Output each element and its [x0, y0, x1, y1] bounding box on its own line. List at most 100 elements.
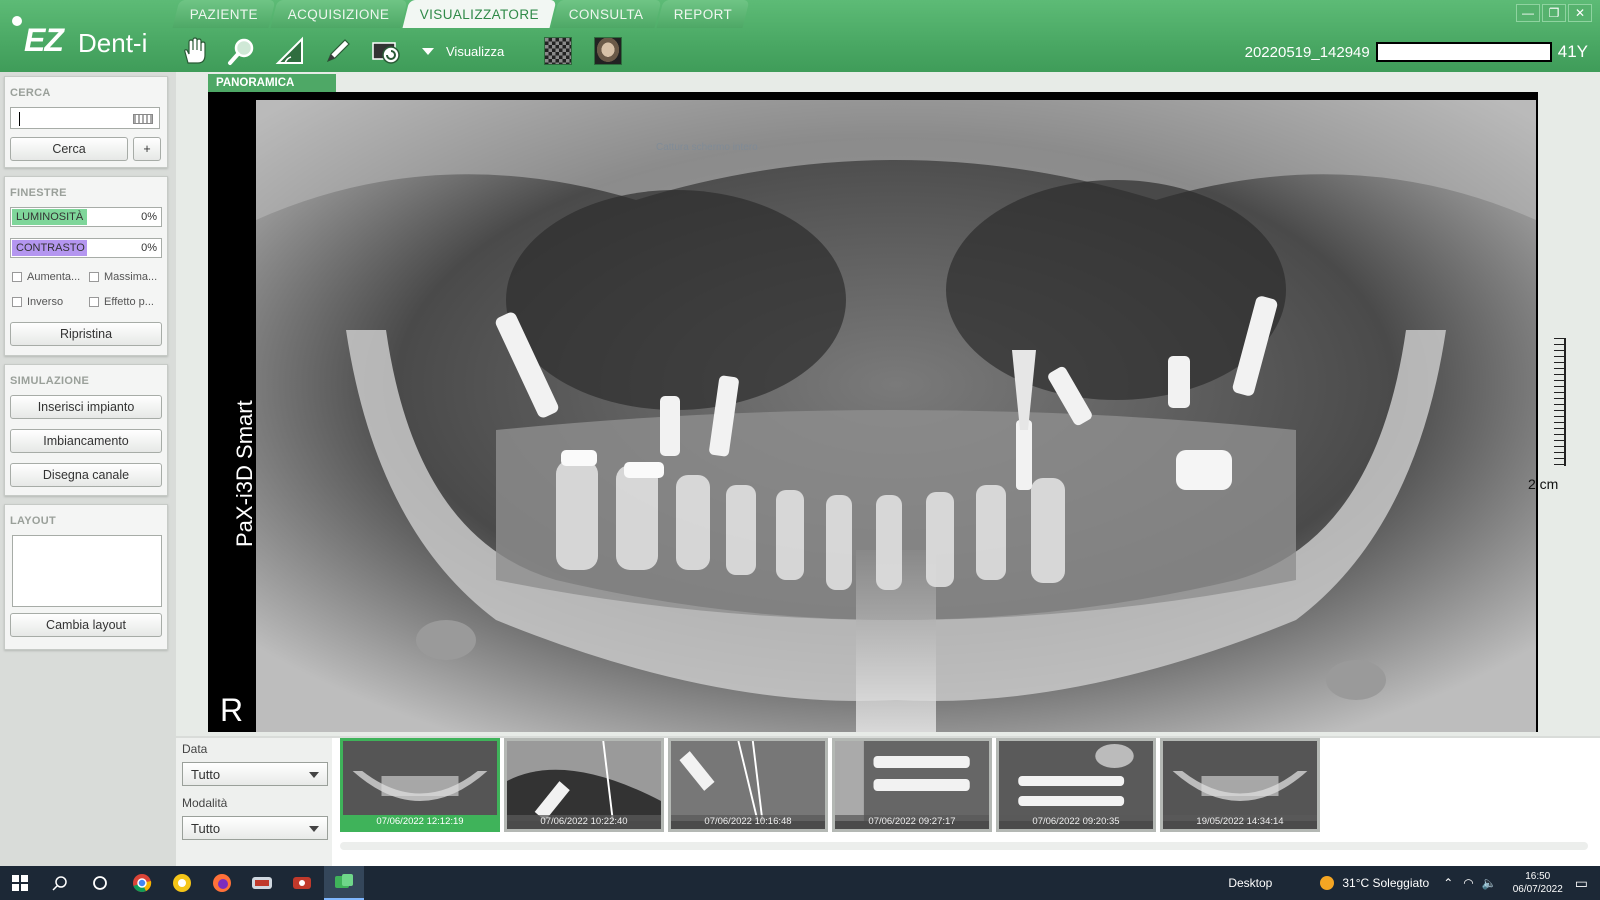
left-panel: CERCA Cerca + FINESTRE LUMINOSITÀ 0% CON…: [0, 72, 172, 866]
recorder-icon[interactable]: [282, 866, 322, 900]
checkbox-box: [89, 272, 99, 282]
add-search-button[interactable]: +: [133, 137, 161, 161]
panoramic-xray[interactable]: PaX-i3D Smart R Cattura schermo intero: [208, 92, 1538, 732]
chevron-down-icon: [309, 826, 319, 832]
date-select[interactable]: Tutto: [182, 762, 328, 786]
side-marker: R: [220, 692, 244, 728]
draw-canal-button[interactable]: Disegna canale: [10, 463, 162, 487]
search-icon[interactable]: [40, 866, 80, 900]
minimize-button[interactable]: —: [1516, 4, 1540, 22]
view-dropdown[interactable]: Visualizza: [422, 44, 504, 59]
brightness-slider[interactable]: LUMINOSITÀ 0%: [10, 207, 162, 227]
windows-taskbar: Desktop 31°C Soleggiato ⌃ ◠ 🔈 16:50 06/0…: [0, 866, 1600, 900]
tab-paziente[interactable]: PAZIENTE: [172, 0, 276, 28]
thumbnail-scrollbar[interactable]: [340, 842, 1588, 850]
checkbox-box: [12, 297, 22, 307]
thumbnail[interactable]: 07/06/2022 10:22:40: [504, 738, 664, 832]
tab-report[interactable]: REPORT: [656, 0, 750, 28]
contrast-slider[interactable]: CONTRASTO 0%: [10, 238, 162, 258]
tab-label: REPORT: [673, 7, 732, 22]
chrome-icon[interactable]: [122, 866, 162, 900]
thumbnail[interactable]: 07/06/2022 12:12:19: [340, 738, 500, 832]
thumbnail[interactable]: 07/06/2022 09:20:35: [996, 738, 1156, 832]
weather-text[interactable]: 31°C Soleggiato: [1342, 876, 1429, 890]
effect-checkbox[interactable]: Effetto p...: [89, 296, 154, 308]
app-window: EZ Dent-i PAZIENTE ACQUISIZIONE VISUALIZ…: [0, 0, 1600, 900]
layout-title: LAYOUT: [10, 515, 57, 527]
notification-icon[interactable]: ▭: [1575, 875, 1588, 892]
study-id: 20220519_142949: [1244, 43, 1370, 61]
clock-date: 06/07/2022: [1512, 884, 1563, 895]
patient-name-box: [1375, 42, 1552, 62]
thumbnail-image: [507, 741, 661, 821]
modality-select-value: Tutto: [191, 821, 221, 836]
text-caret: [19, 112, 20, 126]
weather-sun-icon: [1320, 876, 1335, 890]
tab-label: PAZIENTE: [189, 7, 258, 22]
tray-chevron-icon[interactable]: ⌃: [1443, 876, 1453, 890]
ezdent-icon[interactable]: [324, 866, 364, 900]
checkbox-box: [12, 272, 22, 282]
image-viewer[interactable]: PANORAMICA PaX-i3D Smart R Cattura scher…: [176, 72, 1600, 736]
cortana-icon[interactable]: [80, 866, 120, 900]
zoom-icon[interactable]: [224, 33, 260, 69]
tab-label: ACQUISIZIONE: [287, 7, 390, 22]
change-layout-button[interactable]: Cambia layout: [10, 613, 162, 637]
thumbnail[interactable]: 07/06/2022 09:27:17: [832, 738, 992, 832]
close-button[interactable]: ✕: [1568, 4, 1592, 22]
system-clock[interactable]: 16:50 06/07/2022: [1513, 870, 1563, 896]
windows-icon[interactable]: [0, 866, 40, 900]
thumbnail[interactable]: 19/05/2022 14:34:14: [1160, 738, 1320, 832]
top-bar: EZ Dent-i PAZIENTE ACQUISIZIONE VISUALIZ…: [0, 0, 1600, 72]
contrast-label: CONTRASTO: [16, 242, 85, 254]
ez-app-icon[interactable]: [242, 866, 282, 900]
search-input[interactable]: [10, 107, 160, 129]
thumbnail-date: 07/06/2022 10:16:48: [671, 815, 825, 829]
modality-select[interactable]: Tutto: [182, 816, 328, 840]
hand-icon[interactable]: [176, 33, 212, 69]
volume-icon[interactable]: 🔈: [1482, 876, 1497, 890]
whitening-button[interactable]: Imbiancamento: [10, 429, 162, 453]
insert-implant-button[interactable]: Inserisci impianto: [10, 395, 162, 419]
search-group: CERCA Cerca +: [4, 76, 168, 168]
norton-icon[interactable]: [162, 866, 202, 900]
checkbox-label: Effetto p...: [104, 296, 154, 308]
brightness-value: 0%: [141, 211, 157, 223]
tab-consulta[interactable]: CONSULTA: [551, 0, 662, 28]
enhance-checkbox[interactable]: Aumenta...: [12, 271, 80, 283]
thumbnail-date: 07/06/2022 10:22:40: [507, 815, 661, 829]
network-icon[interactable]: ◠: [1463, 876, 1473, 890]
thumbnail[interactable]: 07/06/2022 10:16:48: [668, 738, 828, 832]
contrast-value: 0%: [141, 242, 157, 254]
system-tray: Desktop 31°C Soleggiato ⌃ ◠ 🔈 16:50 06/0…: [1228, 866, 1600, 900]
pen-icon[interactable]: [320, 33, 356, 69]
thumbnail-date: 07/06/2022 12:12:19: [343, 815, 497, 829]
maximize-button[interactable]: ❐: [1542, 4, 1566, 22]
thumbnail-image: [1163, 741, 1317, 821]
tab-label: VISUALIZZATORE: [419, 7, 539, 22]
reset-button[interactable]: Ripristina: [10, 322, 162, 346]
simulation-group: SIMULAZIONE Inserisci impianto Imbiancam…: [4, 364, 168, 496]
overlay-text: Cattura schermo intero: [656, 142, 758, 153]
face-photo-icon[interactable]: [594, 37, 623, 65]
filters: Data Tutto Modalità Tutto: [176, 738, 332, 866]
simulation-title: SIMULAZIONE: [10, 375, 90, 387]
search-title: CERCA: [10, 87, 51, 99]
measure-angle-icon[interactable]: [272, 33, 308, 69]
layout-preview[interactable]: [12, 535, 162, 607]
maximize-checkbox[interactable]: Massima...: [89, 271, 157, 283]
firefox-icon[interactable]: [202, 866, 242, 900]
keyboard-icon[interactable]: [133, 114, 153, 124]
app-logo: EZ Dent-i: [10, 16, 170, 62]
capture-icon[interactable]: [368, 33, 404, 69]
windows-group: FINESTRE LUMINOSITÀ 0% CONTRASTO 0% Aume…: [4, 176, 168, 356]
desktop-toolbar[interactable]: Desktop: [1228, 876, 1272, 890]
tab-visualizzatore[interactable]: VISUALIZZATORE: [402, 0, 557, 28]
tab-acquisizione[interactable]: ACQUISIZIONE: [270, 0, 408, 28]
tab-label: CONSULTA: [568, 7, 644, 22]
invert-checkbox[interactable]: Inverso: [12, 296, 63, 308]
thumbnail-date: 19/05/2022 14:34:14: [1163, 815, 1317, 829]
logo-sub: Dent-i: [78, 28, 148, 58]
search-button[interactable]: Cerca: [10, 137, 128, 161]
checkerboard-layout-icon[interactable]: [544, 37, 573, 65]
